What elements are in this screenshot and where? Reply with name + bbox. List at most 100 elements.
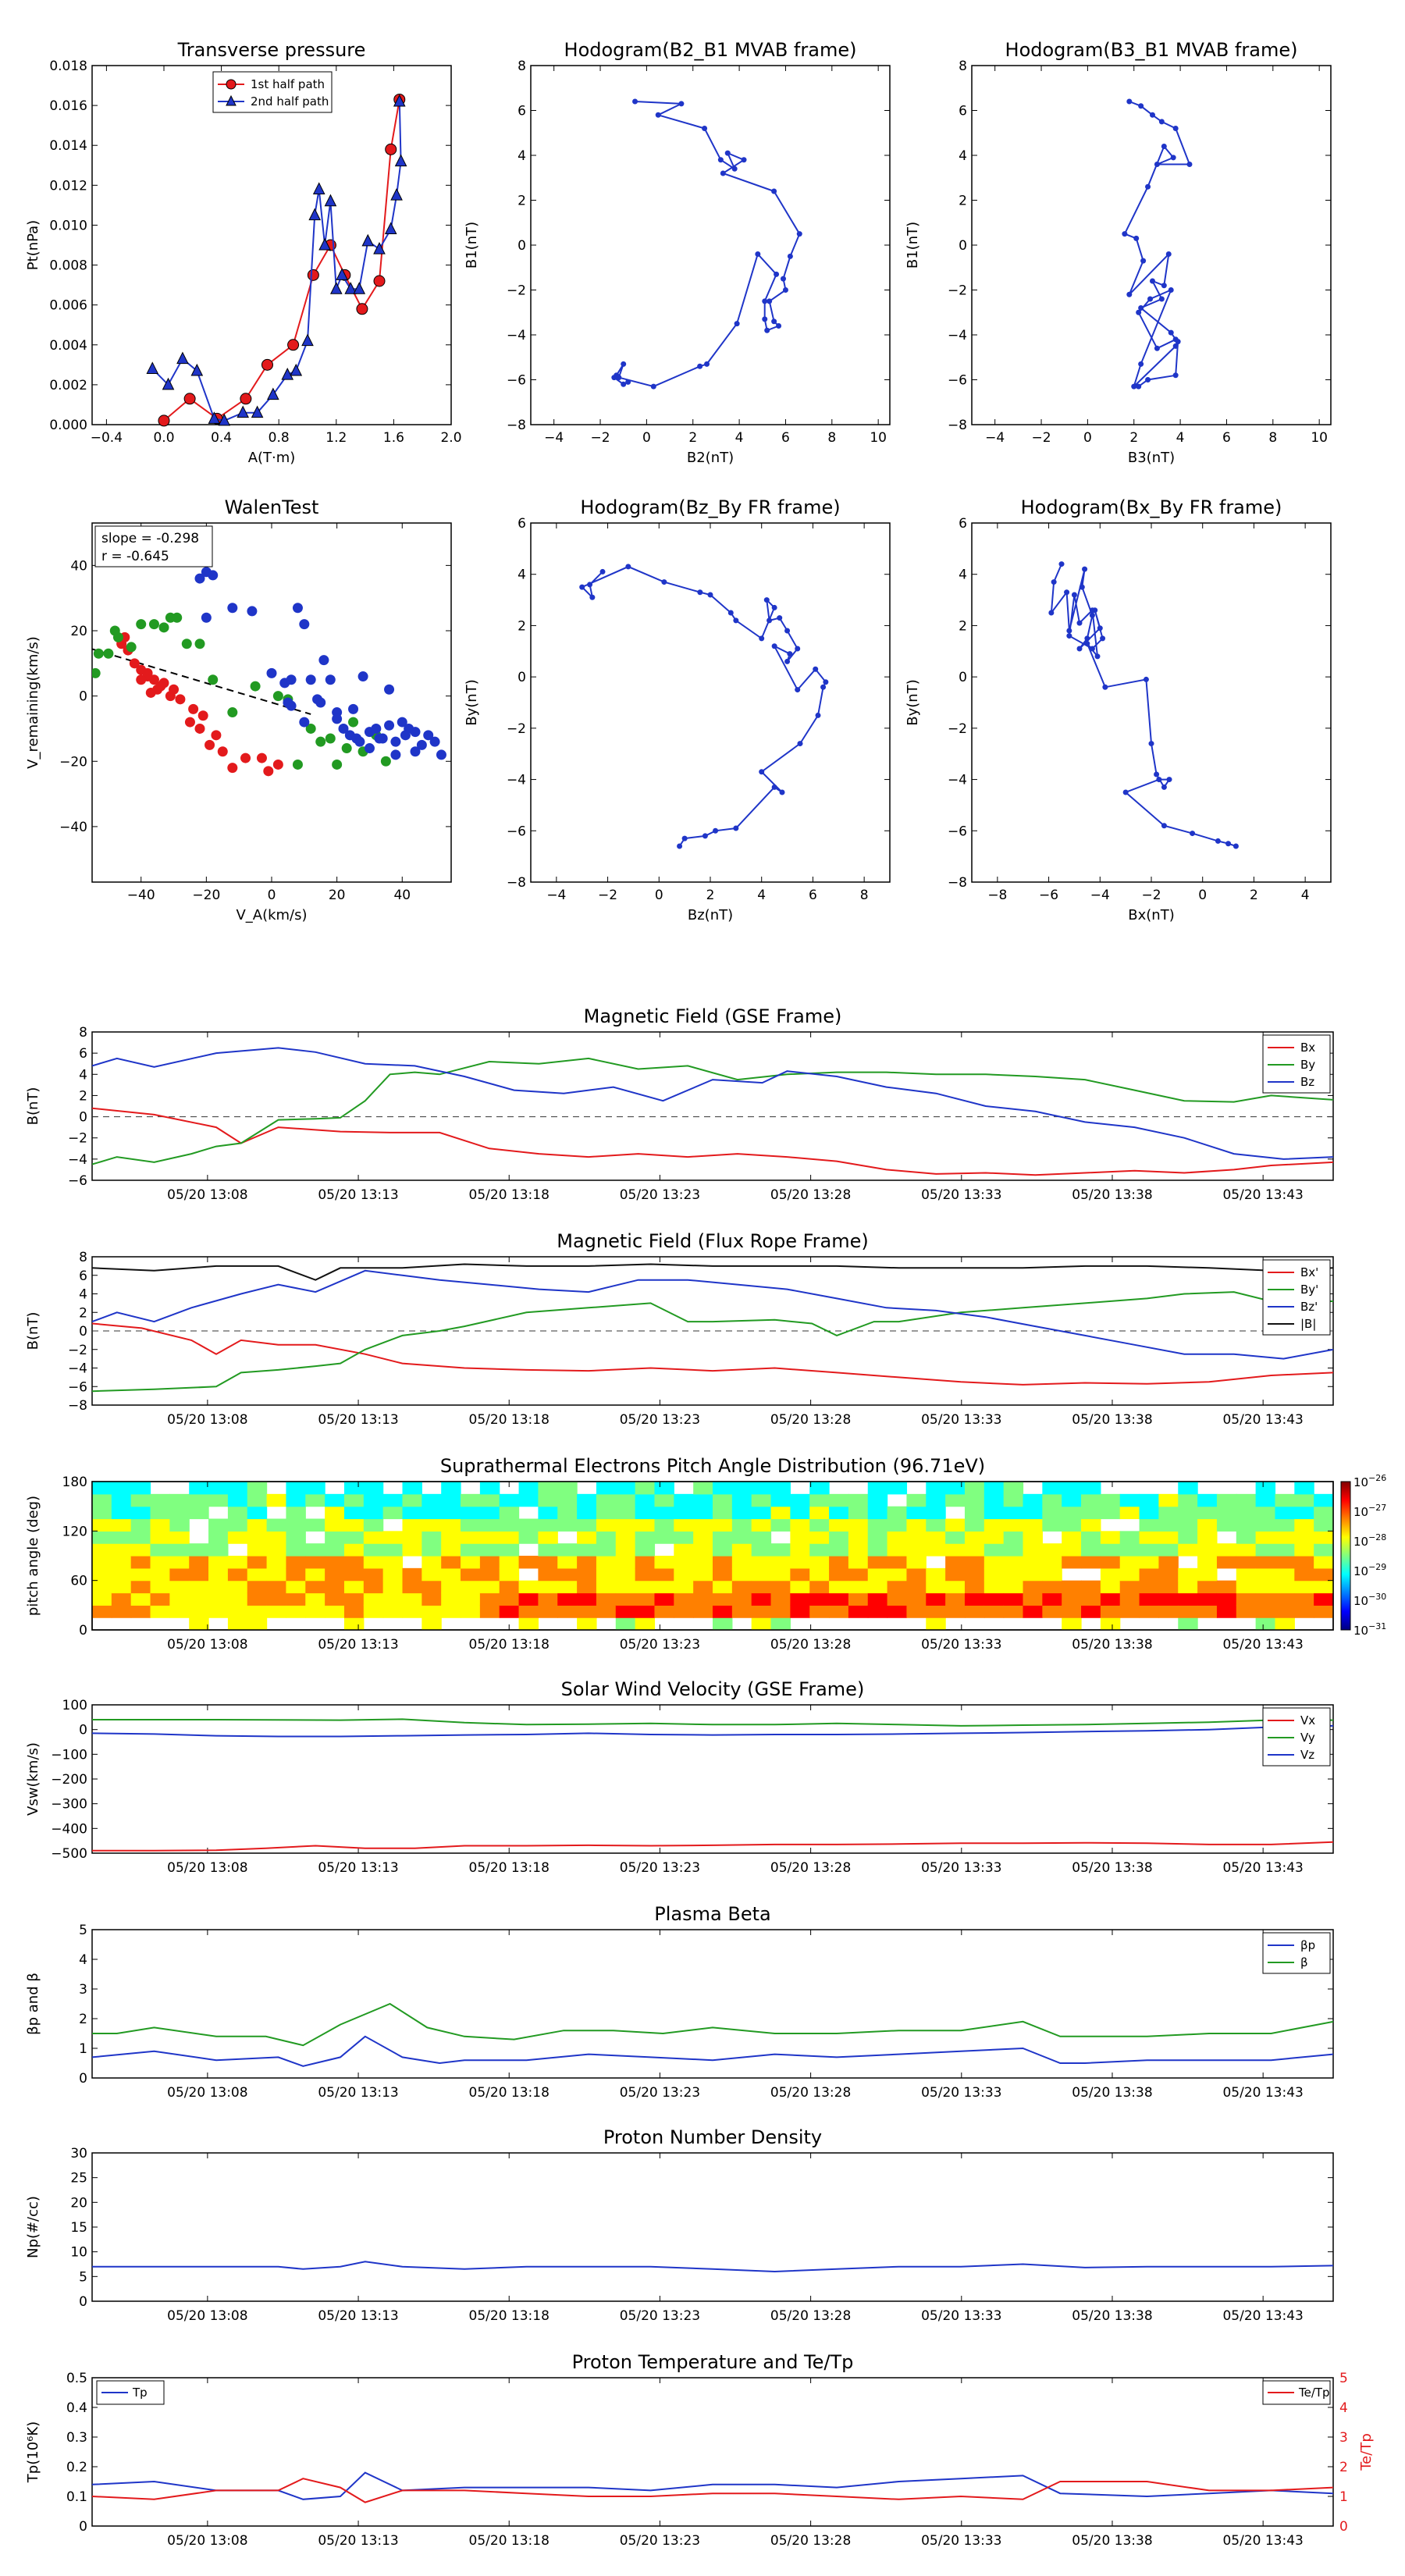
heatmap-cell (867, 1543, 888, 1557)
heatmap-cell (1139, 1506, 1160, 1520)
heatmap-cell (906, 1531, 927, 1544)
heatmap-cell (674, 1567, 694, 1582)
time-tick-label: 05/20 13:43 (1222, 1860, 1303, 1876)
heatmap-cell (713, 1493, 733, 1507)
heatmap-cell (829, 1580, 849, 1594)
heatmap-cell (363, 1482, 384, 1495)
colorbar-base: 10 (1353, 1505, 1368, 1519)
series-line (92, 2478, 1333, 2503)
scatter-point (318, 655, 329, 666)
heatmap-cell (635, 1556, 656, 1569)
data-point (702, 833, 708, 839)
heatmap-cell (499, 1567, 520, 1582)
heatmap-cell (867, 1518, 888, 1532)
data-point (1147, 296, 1154, 302)
heatmap-cell (1100, 1543, 1121, 1557)
heatmap-cell (518, 1580, 539, 1594)
heatmap-cell (1197, 1518, 1218, 1532)
heatmap-cell (1294, 1506, 1314, 1520)
y-tick-label: 0.008 (49, 258, 87, 274)
series-line (92, 1718, 1333, 1727)
data-point (1168, 329, 1174, 336)
heatmap-cell (674, 1605, 694, 1618)
heatmap-cell (1314, 1580, 1333, 1594)
heatmap-cell (227, 1531, 248, 1544)
heatmap-cell (1023, 1518, 1043, 1532)
data-point (1165, 251, 1172, 257)
heatmap-cell (674, 1556, 694, 1569)
y-tick-label: 5 (79, 2269, 87, 2285)
heatmap-cell (247, 1617, 268, 1630)
heatmap-cell (635, 1518, 656, 1532)
series-line (92, 1057, 1333, 1165)
data-point (587, 582, 593, 588)
heatmap-cell (731, 1567, 752, 1582)
data-point (1161, 823, 1167, 829)
heatmap-cell (926, 1605, 946, 1618)
heatmap-cell (1216, 1493, 1237, 1507)
heatmap-cell (1236, 1506, 1257, 1520)
data-point (1079, 584, 1085, 590)
scatter-point (227, 707, 238, 718)
time-tick-label: 05/20 13:08 (167, 1412, 247, 1428)
heatmap-cell (713, 1567, 733, 1582)
legend-label: Bz' (1300, 1300, 1318, 1314)
heatmap-cell (1139, 1567, 1160, 1582)
heatmap-cell (751, 1506, 772, 1520)
legend-label: Te/Tp (1298, 2386, 1330, 2400)
heatmap-cell (130, 1518, 151, 1532)
heatmap-cell (693, 1556, 713, 1569)
heatmap-cell (499, 1518, 520, 1532)
heatmap-cell (208, 1543, 229, 1557)
colorbar (1340, 1481, 1351, 1631)
y-tick-label: 8 (79, 1025, 87, 1041)
heatmap-cell (926, 1567, 946, 1582)
heatmap-cell (867, 1531, 888, 1544)
heatmap-cell (1236, 1493, 1257, 1507)
heatmap-cell (751, 1592, 772, 1606)
heatmap-cell (713, 1556, 733, 1569)
heatmap-cell (751, 1518, 772, 1532)
heatmap-cell (247, 1556, 268, 1569)
y-tick-label: 15 (70, 2220, 87, 2236)
series-line (92, 2261, 1333, 2273)
heatmap-cell (654, 1531, 674, 1544)
scatter-point (400, 730, 411, 741)
chart-title: Plasma Beta (654, 1903, 770, 1925)
data-point (776, 323, 782, 329)
data-point (625, 379, 631, 385)
heatmap-cell (1023, 1531, 1043, 1544)
data-point (771, 643, 777, 649)
heatmap-cell (479, 1567, 500, 1582)
heatmap-cell (363, 1556, 384, 1569)
colorbar-tick-label: 10−28 (1353, 1532, 1386, 1549)
heatmap-cell (189, 1506, 209, 1520)
scatter-point (390, 749, 401, 760)
heatmap-cell (305, 1605, 325, 1618)
y-tick-label: 40 (70, 558, 87, 574)
scatter-point (211, 730, 222, 741)
y-tick-label: 4 (959, 568, 967, 583)
data-point (1138, 361, 1144, 367)
time-tick-label: 05/20 13:33 (921, 2533, 1001, 2549)
y-axis-label: By(nT) (464, 679, 480, 725)
heatmap-cell (1178, 1543, 1198, 1557)
heatmap-cell (693, 1592, 713, 1606)
heatmap-cell (247, 1580, 268, 1594)
heatmap-cell (325, 1605, 345, 1618)
y-tick-label: −6 (507, 824, 526, 839)
scatter-point (341, 743, 352, 754)
heatmap-cell (654, 1506, 674, 1520)
heatmap-cell (751, 1617, 772, 1630)
heatmap-cell (615, 1580, 636, 1594)
heatmap-cell (615, 1556, 636, 1569)
heatmap-cell (169, 1506, 190, 1520)
heatmap-cell (984, 1543, 1005, 1557)
plot-frame (971, 65, 1332, 425)
heatmap-cell (441, 1531, 461, 1544)
scatter-point (429, 736, 440, 747)
heatmap-cell (363, 1531, 384, 1544)
heatmap-cell (286, 1531, 306, 1544)
heatmap-cell (731, 1531, 752, 1544)
scatter-point (348, 717, 359, 728)
